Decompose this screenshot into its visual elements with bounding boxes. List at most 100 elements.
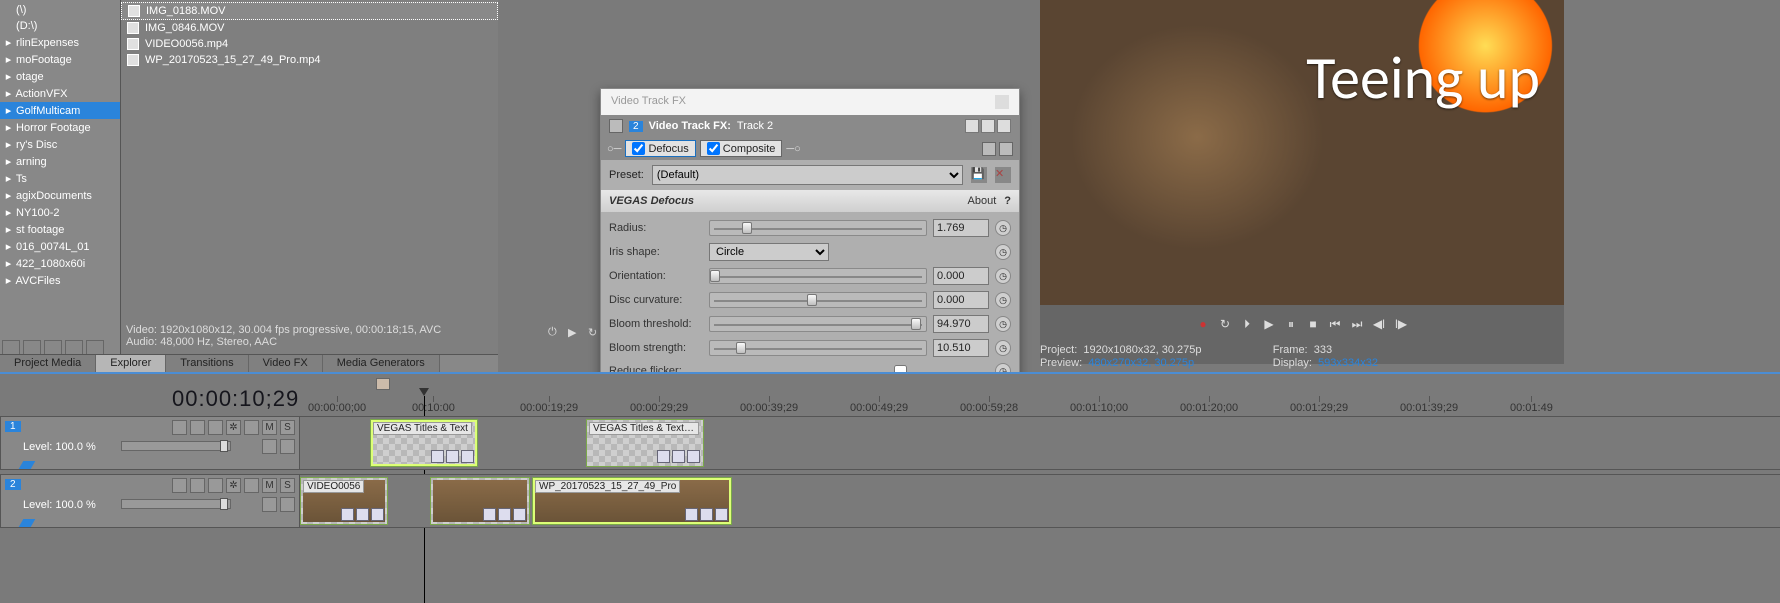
folder-node[interactable]: ▸ Horror Footage bbox=[0, 119, 120, 136]
track-small-btn[interactable] bbox=[262, 497, 277, 512]
clip-fx-icon[interactable] bbox=[685, 508, 698, 521]
track-level-slider[interactable] bbox=[121, 441, 231, 451]
keyframe-icon[interactable]: ◷ bbox=[995, 292, 1011, 308]
timeline-clip[interactable]: WP_20170523_15_27_49_Pro bbox=[532, 477, 732, 525]
clip-fx-icon[interactable] bbox=[483, 508, 496, 521]
track-btn[interactable] bbox=[172, 478, 187, 493]
pan-crop-icon[interactable] bbox=[609, 119, 623, 133]
fx-chip-enable[interactable] bbox=[632, 142, 645, 155]
fx-value[interactable]: 0.000 bbox=[933, 291, 989, 309]
fx-value[interactable]: 10.510 bbox=[933, 339, 989, 357]
clip-pan-icon[interactable] bbox=[446, 450, 459, 463]
panel-tab[interactable]: Explorer bbox=[96, 355, 166, 372]
folder-node[interactable]: ▸ otage bbox=[0, 68, 120, 85]
expand-icon[interactable]: ▸ bbox=[4, 70, 13, 83]
file-list[interactable]: IMG_0188.MOVIMG_0846.MOVVIDEO0056.mp4WP_… bbox=[120, 0, 498, 363]
folder-node[interactable]: ▸ 016_0074L_01 bbox=[0, 238, 120, 255]
track-btn[interactable] bbox=[208, 478, 223, 493]
clip-pan-icon[interactable] bbox=[356, 508, 369, 521]
timeline-ruler[interactable]: 00:00:00;0000:10:0000:00:19;2900:00:29;2… bbox=[308, 396, 1780, 412]
folder-tree[interactable]: (\) (D:\)▸ rlinExpenses▸ moFootage▸ otag… bbox=[0, 0, 120, 363]
folder-node[interactable]: ▸ NY100-2 bbox=[0, 204, 120, 221]
solo-button[interactable]: S bbox=[280, 478, 295, 493]
file-item[interactable]: WP_20170523_15_27_49_Pro.mp4 bbox=[121, 52, 498, 68]
expand-icon[interactable]: ▸ bbox=[4, 223, 13, 236]
loop-icon[interactable]: ↻ bbox=[1217, 316, 1233, 332]
fx-value[interactable]: 0.000 bbox=[933, 267, 989, 285]
track-header[interactable]: 1✲MSLevel: 100.0 % bbox=[0, 416, 300, 470]
expand-icon[interactable]: ▸ bbox=[4, 274, 13, 287]
fx-slider[interactable] bbox=[709, 316, 927, 332]
view-btn[interactable] bbox=[981, 119, 995, 133]
expand-icon[interactable]: ▸ bbox=[4, 172, 13, 185]
file-item[interactable]: IMG_0188.MOV bbox=[121, 2, 498, 20]
fx-value[interactable]: 94.970 bbox=[933, 315, 989, 333]
panel-tab[interactable]: Media Generators bbox=[323, 355, 440, 372]
stop-icon[interactable]: ■ bbox=[1305, 316, 1321, 332]
go-start-icon[interactable]: ⏮ bbox=[1327, 316, 1343, 332]
folder-node[interactable]: ▸ ry's Disc bbox=[0, 136, 120, 153]
pause-icon[interactable]: ⏸ bbox=[1283, 316, 1299, 332]
panel-tab[interactable]: Project Media bbox=[0, 355, 96, 372]
fx-chip-defocus[interactable]: Defocus bbox=[625, 140, 695, 157]
track-automation-btn[interactable] bbox=[244, 478, 259, 493]
fx-slider[interactable] bbox=[709, 340, 927, 356]
folder-node[interactable]: ▸ 422_1080x60i bbox=[0, 255, 120, 272]
keyframe-icon[interactable]: ◷ bbox=[995, 316, 1011, 332]
add-fx-icon[interactable] bbox=[982, 142, 996, 156]
file-item[interactable]: VIDEO0056.mp4 bbox=[121, 36, 498, 52]
timeline-clip[interactable]: VIDEO0056 bbox=[300, 477, 388, 525]
track-btn[interactable] bbox=[208, 420, 223, 435]
fx-param-select[interactable]: Circle bbox=[709, 243, 829, 261]
folder-node[interactable]: ▸ rlinExpenses bbox=[0, 34, 120, 51]
folder-node[interactable]: ▸ AVCFiles bbox=[0, 272, 120, 289]
mute-button[interactable]: M bbox=[262, 420, 277, 435]
track-body[interactable]: VEGAS Titles & TextVEGAS Titles & Text H… bbox=[300, 416, 1780, 470]
expand-icon[interactable]: ▸ bbox=[4, 36, 13, 49]
folder-node[interactable]: ▸ arning bbox=[0, 153, 120, 170]
expand-icon[interactable]: ▸ bbox=[4, 87, 13, 100]
remove-fx-icon[interactable] bbox=[999, 142, 1013, 156]
clip-gen-icon[interactable] bbox=[513, 508, 526, 521]
folder-node[interactable]: ▸ agixDocuments bbox=[0, 187, 120, 204]
track-btn[interactable] bbox=[172, 420, 187, 435]
keyframe-icon[interactable]: ◷ bbox=[995, 244, 1011, 260]
track-automation-btn[interactable] bbox=[244, 420, 259, 435]
track-btn[interactable] bbox=[190, 420, 205, 435]
clip-pan-icon[interactable] bbox=[672, 450, 685, 463]
expand-icon[interactable]: ▸ bbox=[4, 206, 13, 219]
clip-gen-icon[interactable] bbox=[687, 450, 700, 463]
clip-gen-icon[interactable] bbox=[715, 508, 728, 521]
delete-preset-icon[interactable]: ✕ bbox=[995, 167, 1011, 183]
help-icon[interactable]: ? bbox=[1004, 195, 1011, 207]
keyframe-icon[interactable]: ◷ bbox=[995, 220, 1011, 236]
expand-icon[interactable]: ▸ bbox=[4, 155, 13, 168]
fx-slider[interactable] bbox=[709, 268, 927, 284]
prev-frame-icon[interactable]: ◀ǀ bbox=[1371, 316, 1387, 332]
fx-chip-enable[interactable] bbox=[707, 142, 720, 155]
view-btn[interactable] bbox=[997, 119, 1011, 133]
timeline-clip[interactable]: VEGAS Titles & Text bbox=[370, 419, 478, 467]
preset-select[interactable]: (Default) bbox=[652, 165, 963, 185]
folder-node[interactable]: (\) bbox=[0, 2, 120, 18]
track-small-btn[interactable] bbox=[280, 497, 295, 512]
clip-fx-icon[interactable] bbox=[431, 450, 444, 463]
play-from-start-icon[interactable]: ⏵ bbox=[1239, 316, 1255, 332]
track-fx-btn[interactable]: ✲ bbox=[226, 420, 241, 435]
folder-node[interactable]: (D:\) bbox=[0, 18, 120, 34]
panel-tab[interactable]: Video FX bbox=[249, 355, 323, 372]
clip-fx-icon[interactable] bbox=[341, 508, 354, 521]
timeline-clip[interactable] bbox=[430, 477, 530, 525]
expand-icon[interactable]: ▸ bbox=[4, 257, 13, 270]
folder-node[interactable]: ▸ GolfMulticam bbox=[0, 102, 120, 119]
next-frame-icon[interactable]: ǀ▶ bbox=[1393, 316, 1409, 332]
play-icon[interactable]: ▶ bbox=[568, 326, 582, 340]
track-fx-btn[interactable]: ✲ bbox=[226, 478, 241, 493]
file-item[interactable]: IMG_0846.MOV bbox=[121, 20, 498, 36]
folder-node[interactable]: ▸ moFootage bbox=[0, 51, 120, 68]
track-small-btn[interactable] bbox=[280, 439, 295, 454]
clip-gen-icon[interactable] bbox=[371, 508, 384, 521]
folder-node[interactable]: ▸ ActionVFX bbox=[0, 85, 120, 102]
fx-slider[interactable] bbox=[709, 292, 927, 308]
clip-fx-icon[interactable] bbox=[657, 450, 670, 463]
